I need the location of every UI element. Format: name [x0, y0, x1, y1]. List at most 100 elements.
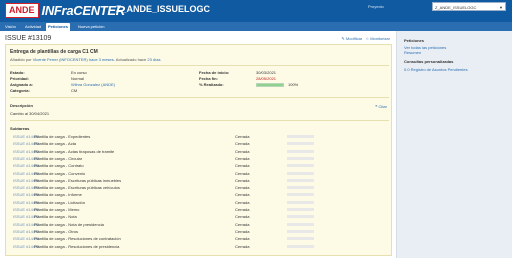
attr-label-estado: Estado: — [10, 70, 25, 75]
attr-value-asignado[interactable]: Wilma Gonzalez (ANDE) — [71, 82, 115, 87]
app-logo[interactable]: ANDE INFraCENTER — [5, 3, 125, 18]
subtask-progress-bar — [287, 142, 314, 146]
quote-link[interactable]: ❝ Citar — [375, 104, 387, 109]
subtask-status: Cerrada — [235, 163, 250, 169]
updated-ago-link[interactable]: 23 días — [147, 57, 160, 62]
subtask-progress-bar — [287, 237, 314, 241]
tab-vision[interactable]: Visión — [3, 23, 18, 31]
subtask-progress-bar — [287, 200, 314, 204]
author-prefix: Añadido por — [10, 57, 32, 62]
subtask-title[interactable]: Plantilla de carga - Contrato — [34, 163, 84, 168]
attr-label-realizado: % Realizado: — [199, 82, 224, 87]
subtask-row[interactable]: ISSUE #14488 Plantilla de carga - Informe… — [10, 192, 389, 197]
tab-peticiones[interactable]: Peticiones — [46, 23, 71, 31]
attr-label-fecha-inicio: Fecha de inicio: — [199, 70, 230, 75]
subtask-progress-bar — [287, 178, 314, 182]
subtask-row[interactable]: ISSUE #14495 Plantilla de carga - Resoluc… — [10, 244, 389, 249]
subtask-row[interactable]: ISSUE #14482 Plantilla de carga - Actas t… — [10, 149, 389, 154]
project-select[interactable]: Z_ANDE_ISSUELOGC ▼ — [432, 2, 506, 11]
edit-link[interactable]: Modificar — [346, 36, 362, 41]
subtask-title[interactable]: Plantilla de carga - Informe — [34, 192, 82, 197]
subtask-status: Cerrada — [235, 170, 250, 176]
subtask-title[interactable]: Plantilla de carga - Resoluciones de pre… — [34, 244, 119, 249]
tab-actividad[interactable]: Actividad — [23, 23, 43, 31]
subtask-row[interactable]: ISSUE #14491 Plantilla de carga - Nota Cer… — [10, 214, 389, 219]
description-text: Cambio al 30/04/2021 — [10, 111, 50, 116]
subtask-row[interactable]: ISSUE #14492 Plantilla de carga - Nota de… — [10, 222, 389, 227]
description-title: Descripción — [10, 103, 33, 108]
subtask-progress-bar — [287, 164, 314, 168]
issue-title: ISSUE #13109 — [5, 35, 52, 42]
done-progress-fill — [257, 84, 283, 86]
issue-author-line: Añadido por Vicente Ferrer (INFOCENTER) … — [10, 57, 161, 62]
updated-prefix: . Actualizado hace — [113, 57, 147, 62]
divider — [10, 120, 389, 121]
subtask-status: Cerrada — [235, 199, 250, 205]
attr-value-realizado: 100% — [288, 82, 299, 87]
author-link[interactable]: Vicente Ferrer (INFOCENTER) — [33, 57, 88, 62]
attr-value-estado: En curso — [71, 70, 87, 75]
attr-value-prioridad: Normal — [71, 76, 84, 81]
subtask-status: Cerrada — [235, 185, 250, 191]
subtasks-title: Subtareas — [10, 126, 30, 131]
attr-value-categoria: CM — [71, 88, 78, 93]
subtask-status: Cerrada — [235, 134, 250, 139]
subtask-row[interactable]: ISSUE #14481 Plantilla de carga - Acta Cer… — [10, 141, 389, 146]
subtask-progress-bar — [287, 215, 314, 219]
subtask-progress-bar — [287, 229, 314, 233]
subtask-row[interactable]: ISSUE #14487 Plantilla de carga - Escritu… — [10, 185, 389, 190]
subtask-title[interactable]: Plantilla de carga - Licitación — [34, 200, 85, 205]
subtask-title[interactable]: Plantilla de carga - Nota — [34, 214, 77, 219]
attr-value-fecha-inicio: 30/03/2021 — [256, 70, 277, 75]
subtask-progress-bar — [287, 193, 314, 197]
star-icon: ☆ — [365, 36, 370, 41]
subtask-row[interactable]: ISSUE #14490 Plantilla de carga - Memo Cer… — [10, 207, 389, 212]
subtask-row[interactable]: ISSUE #14484 Plantilla de carga - Contrat… — [10, 163, 389, 168]
subtask-title[interactable]: Plantilla de carga - Otros — [34, 229, 78, 234]
subtask-progress-bar — [287, 149, 314, 153]
subtask-status: Cerrada — [235, 228, 250, 234]
main-content: ISSUE #13109 ✎ Modificar ☆ Monitorizar E… — [0, 31, 396, 258]
quote-icon: ❝ — [375, 104, 378, 109]
subtask-status: Cerrada — [235, 177, 250, 183]
subtask-row[interactable]: ISSUE #14480 Plantilla de carga - Expedie… — [10, 134, 389, 139]
subtask-status: Cerrada — [235, 141, 250, 147]
subtask-title[interactable]: Plantilla de carga - Escrituras públicas… — [34, 185, 120, 190]
subtask-title[interactable]: Plantilla de carga - Acta — [34, 141, 76, 146]
pencil-icon: ✎ — [341, 36, 345, 41]
subtask-title[interactable]: Plantilla de carga - Nota de presidencia — [34, 222, 104, 227]
logo-ande: ANDE — [5, 3, 39, 18]
done-progress-bar — [256, 83, 284, 87]
sidebar-link-summary[interactable]: Resumen — [404, 50, 421, 55]
sidebar-heading-peticiones: Peticiones — [404, 38, 425, 43]
subtask-status: Cerrada — [235, 236, 250, 242]
subtask-title[interactable]: Plantilla de carga - Memo — [34, 207, 79, 212]
subtask-title[interactable]: Plantilla de carga - Actas tiraposas de … — [34, 149, 114, 154]
subtask-status: Cerrada — [235, 192, 250, 198]
subtask-title[interactable]: Plantilla de carga - Resoluciones de con… — [34, 236, 121, 241]
quote-label: Citar — [378, 104, 387, 109]
subtask-row[interactable]: ISSUE #14493 Plantilla de carga - Otros Ce… — [10, 229, 389, 234]
subtask-row[interactable]: ISSUE #14483 Plantilla de carga - Circula… — [10, 156, 389, 161]
header-bar: ANDE INFraCENTER Z_ANDE_ISSUELOGC Proyec… — [0, 0, 512, 22]
divider — [10, 65, 389, 66]
created-ago-link[interactable]: hace 3 meses — [89, 57, 114, 62]
sidebar-heading-queries: Consultas personalizadas — [404, 59, 454, 64]
subtask-status: Cerrada — [235, 155, 250, 161]
sidebar-link-query[interactable]: 0.0 Registro de Asuntos Pendientes — [404, 67, 468, 72]
subtask-row[interactable]: ISSUE #14485 Plantilla de carga - Conveni… — [10, 171, 389, 176]
attr-label-asignado: Asignado a: — [10, 82, 33, 87]
divider — [10, 97, 389, 98]
tab-nueva-peticion[interactable]: Nueva petición — [76, 23, 106, 31]
subtask-title[interactable]: Plantilla de carga - Escrituras públicas… — [34, 178, 121, 183]
subtask-title[interactable]: Plantilla de carga - Circular — [34, 156, 82, 161]
subtask-row[interactable]: ISSUE #14486 Plantilla de carga - Escritu… — [10, 178, 389, 183]
subtask-row[interactable]: ISSUE #14489 Plantilla de carga - Licitac… — [10, 200, 389, 205]
subtask-row[interactable]: ISSUE #14494 Plantilla de carga - Resoluc… — [10, 236, 389, 241]
subtask-title[interactable]: Plantilla de carga - Convenio — [34, 171, 85, 176]
subtask-title[interactable]: Plantilla de carga - Expedientes — [34, 134, 90, 139]
project-label: Proyecto — [368, 4, 384, 9]
watch-link[interactable]: Monitorizar — [370, 36, 390, 41]
issue-subject: Entrega de plantillas de carga C1 CM — [10, 49, 98, 55]
chevron-down-icon: ▼ — [499, 5, 503, 10]
